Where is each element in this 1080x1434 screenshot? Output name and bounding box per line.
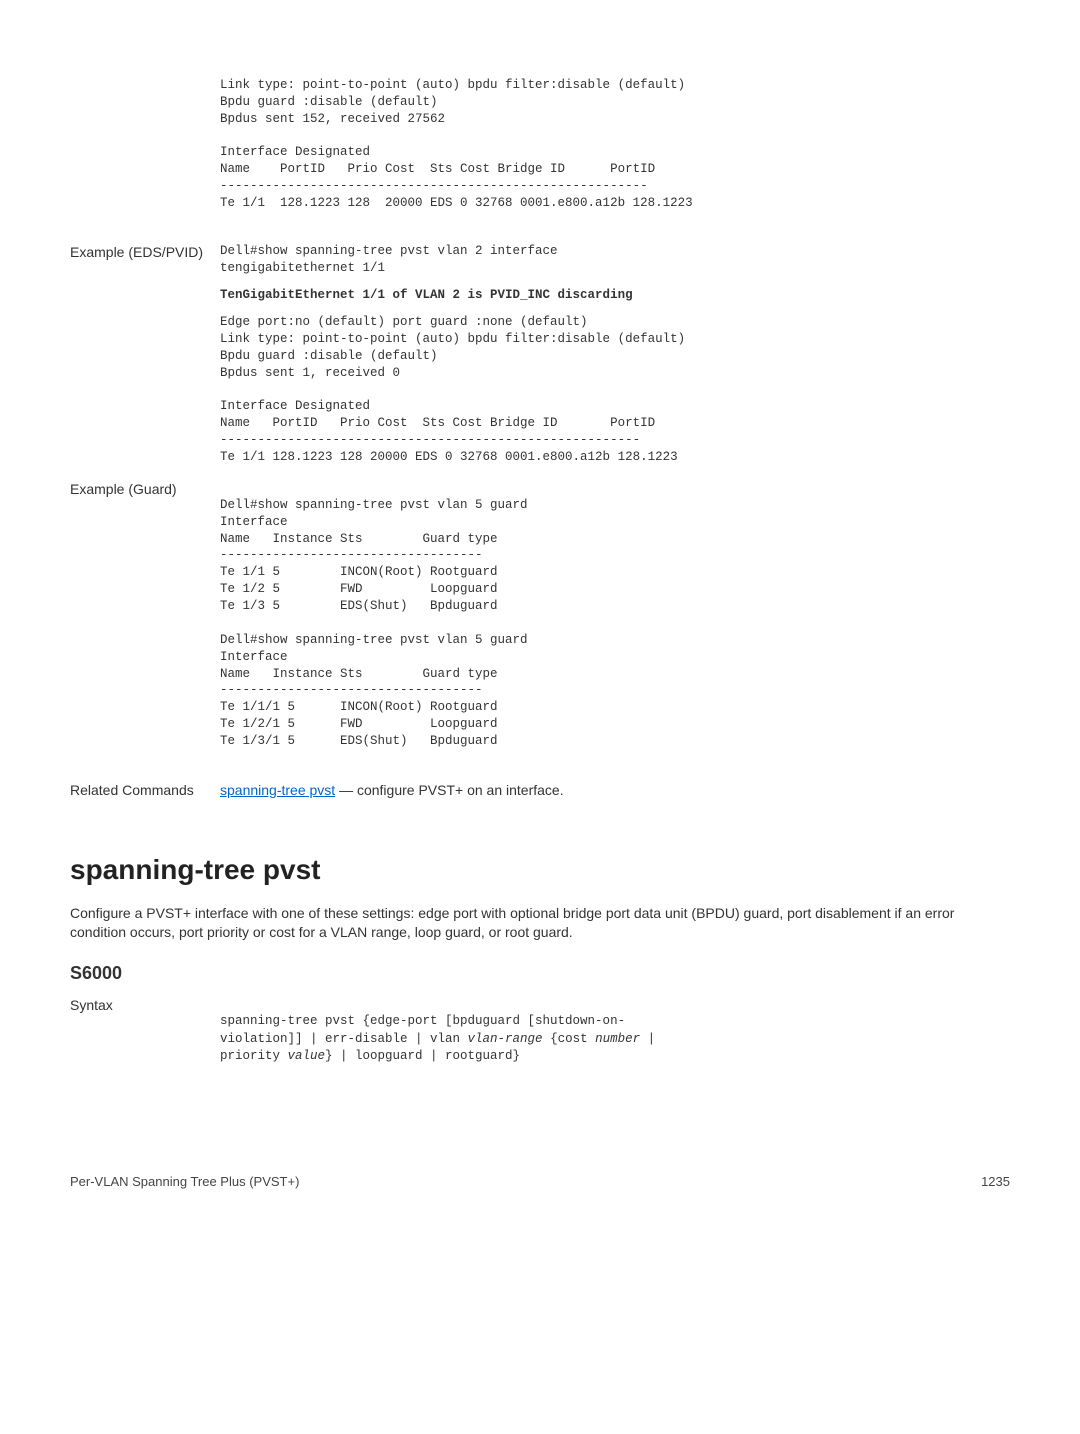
footer-right: 1235 <box>981 1173 1010 1191</box>
syntax-row: Syntax spanning-tree pvst {edge-port [bp… <box>70 996 1010 1084</box>
syntax-line: priority <box>220 1049 288 1063</box>
code-line: Te 1/2 5 FWD Loopguard <box>220 582 498 596</box>
s6000-subhead: S6000 <box>70 961 1010 986</box>
syntax-italic: number <box>595 1032 640 1046</box>
code-line: Te 1/2/1 5 FWD Loopguard <box>220 717 498 731</box>
code-line: Te 1/1/1 5 INCON(Root) Rootguard <box>220 700 498 714</box>
code-line: Name PortID Prio Cost Sts Cost Bridge ID… <box>220 162 655 176</box>
syntax-line: violation]] | err-disable | vlan <box>220 1032 468 1046</box>
code-line: ----------------------------------------… <box>220 433 640 447</box>
syntax-italic: vlan-range <box>468 1032 543 1046</box>
syntax-line: } | loopguard | rootguard} <box>325 1049 520 1063</box>
code-line: Te 1/1 5 INCON(Root) Rootguard <box>220 565 498 579</box>
code-bold-line: TenGigabitEthernet 1/1 of VLAN 2 is PVID… <box>220 288 633 302</box>
code-line: Name Instance Sts Guard type <box>220 667 498 681</box>
code-line: Te 1/1 128.1223 128 20000 EDS 0 32768 00… <box>220 450 678 464</box>
example-eds-label: Example (EDS/PVID) <box>70 243 220 466</box>
code-line: Name Instance Sts Guard type <box>220 532 498 546</box>
example-guard-label: Example (Guard) <box>70 480 220 767</box>
related-text: — configure PVST+ on an interface. <box>335 782 563 798</box>
page-heading: spanning-tree pvst <box>70 850 1010 889</box>
spanning-tree-pvst-link[interactable]: spanning-tree pvst <box>220 782 335 798</box>
code-line: Interface <box>220 515 288 529</box>
page-footer: Per-VLAN Spanning Tree Plus (PVST+) 1235 <box>70 1173 1010 1191</box>
example-eds-pvid: Example (EDS/PVID) Dell#show spanning-tr… <box>70 243 1010 466</box>
syntax-italic: value <box>288 1049 326 1063</box>
code-line: Bpdu guard :disable (default) <box>220 95 438 109</box>
code-line: ----------------------------------- <box>220 683 483 697</box>
related-commands: Related Commands spanning-tree pvst — co… <box>70 781 1010 801</box>
related-commands-label: Related Commands <box>70 781 220 801</box>
code-line: Dell#show spanning-tree pvst vlan 5 guar… <box>220 633 528 647</box>
code-line: Te 1/3 5 EDS(Shut) Bpduguard <box>220 599 498 613</box>
code-line: Interface Designated <box>220 399 370 413</box>
code-line: Interface Designated <box>220 145 370 159</box>
code-line: Bpdus sent 1, received 0 <box>220 366 400 380</box>
code-line: Link type: point-to-point (auto) bpdu fi… <box>220 332 685 346</box>
code-line: Bpdu guard :disable (default) <box>220 349 438 363</box>
example-guard: Example (Guard) Dell#show spanning-tree … <box>70 480 1010 767</box>
code-line: Edge port:no (default) port guard :none … <box>220 315 588 329</box>
code-line: Dell#show spanning-tree pvst vlan 2 inte… <box>220 244 558 258</box>
syntax-line: | <box>640 1032 655 1046</box>
code-line: ----------------------------------- <box>220 548 483 562</box>
code-line: Te 1/1 128.1223 128 20000 EDS 0 32768 00… <box>220 196 693 210</box>
code-line: Bpdus sent 152, received 27562 <box>220 112 445 126</box>
code-line: ----------------------------------------… <box>220 179 648 193</box>
code-line: Name PortID Prio Cost Sts Cost Bridge ID… <box>220 416 655 430</box>
footer-left: Per-VLAN Spanning Tree Plus (PVST+) <box>70 1173 299 1191</box>
pre-block-1: Link type: point-to-point (auto) bpdu fi… <box>70 60 1010 229</box>
code-line: tengigabitethernet 1/1 <box>220 261 385 275</box>
syntax-line: {cost <box>543 1032 596 1046</box>
intro-paragraph: Configure a PVST+ interface with one of … <box>70 904 1010 943</box>
code-line: Dell#show spanning-tree pvst vlan 5 guar… <box>220 498 528 512</box>
code-line: Link type: point-to-point (auto) bpdu fi… <box>220 78 685 92</box>
code-line: Te 1/3/1 5 EDS(Shut) Bpduguard <box>220 734 498 748</box>
code-line: Interface <box>220 650 288 664</box>
syntax-label: Syntax <box>70 996 220 1084</box>
syntax-line: spanning-tree pvst {edge-port [bpduguard… <box>220 1014 625 1028</box>
